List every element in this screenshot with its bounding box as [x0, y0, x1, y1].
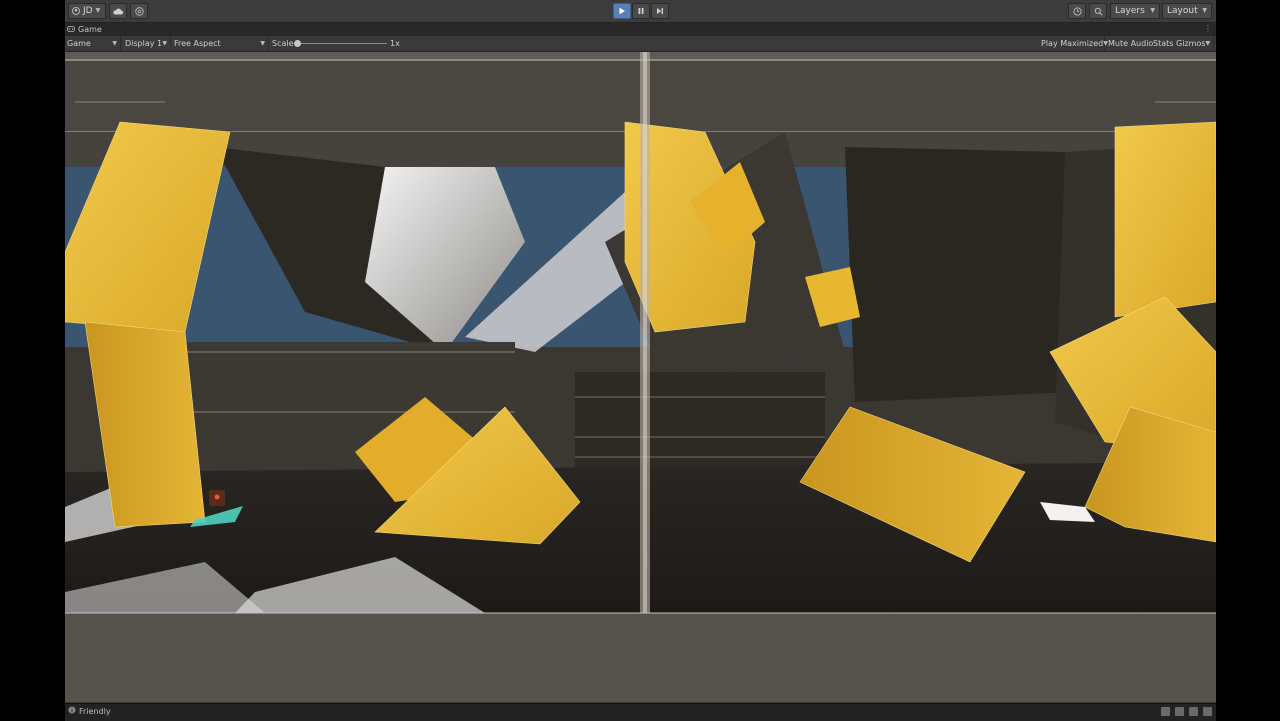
aspect-label: Free Aspect [174, 39, 221, 48]
stats-toggle[interactable]: Stats [1153, 36, 1173, 51]
layout-dropdown[interactable]: Layout ▼ [1162, 3, 1212, 19]
settings-icon[interactable] [1203, 707, 1212, 716]
right-letterbox [1216, 0, 1280, 720]
view-mode-dropdown[interactable]: Game ▼ [67, 36, 121, 51]
scale-value: 1x [390, 39, 400, 48]
menu-icon[interactable]: ⋮ [1204, 24, 1212, 34]
play-mode-dropdown[interactable]: Play Maximized ▼ [1041, 36, 1108, 51]
chevron-down-icon: ▼ [1205, 40, 1211, 47]
account-dropdown[interactable]: JD ▼ [68, 3, 106, 19]
layers-label: Layers [1115, 6, 1145, 16]
game-viewport[interactable] [65, 52, 1216, 702]
status-icons [1161, 707, 1212, 716]
cloud-icon [113, 8, 123, 15]
cloud-button[interactable] [109, 3, 127, 19]
status-message[interactable]: Friendly [68, 706, 111, 716]
mute-audio-toggle[interactable]: Mute Audio [1108, 36, 1153, 51]
chevron-down-icon: ▼ [95, 7, 101, 14]
step-button[interactable] [651, 3, 669, 19]
search-button[interactable] [1089, 3, 1107, 19]
scale-slider-handle[interactable] [294, 40, 301, 47]
debug-icon[interactable] [1161, 707, 1170, 716]
layout-label: Layout [1167, 6, 1198, 16]
play-button[interactable] [613, 3, 631, 19]
tab-game-label: Game [78, 25, 102, 34]
gold-block-right-top [1114, 121, 1216, 318]
scale-slider-track[interactable] [297, 43, 387, 44]
play-icon [618, 7, 626, 15]
collab-button[interactable] [130, 3, 148, 19]
gizmos-dropdown[interactable]: Gizmos ▼ [1176, 36, 1214, 51]
notification-icon[interactable] [1189, 707, 1198, 716]
pause-button[interactable] [632, 3, 650, 19]
collab-icon [134, 6, 144, 16]
display-label: Display 1 [125, 39, 163, 48]
account-icon [72, 7, 80, 15]
tab-game[interactable]: Game [67, 23, 102, 36]
display-dropdown[interactable]: Display 1 ▼ [125, 36, 171, 51]
layers-dropdown[interactable]: Layers ▼ [1110, 3, 1160, 19]
step-icon [656, 7, 664, 15]
game-scene [65, 52, 1216, 702]
chevron-down-icon: ▼ [1150, 7, 1155, 14]
chevron-down-icon: ▼ [162, 40, 167, 47]
view-mode-label: Game [67, 39, 91, 48]
game-tab-icon [67, 25, 75, 34]
undo-history-button[interactable] [1068, 3, 1086, 19]
status-bar: Friendly [65, 703, 1216, 721]
pause-icon [637, 7, 645, 15]
chevron-down-icon: ▼ [260, 40, 265, 47]
aspect-dropdown[interactable]: Free Aspect ▼ [174, 36, 269, 51]
account-label: JD [83, 6, 93, 16]
chevron-down-icon: ▼ [112, 40, 117, 47]
dark-wall-right [845, 147, 1075, 402]
progress-icon[interactable] [1175, 707, 1184, 716]
gizmos-label: Gizmos [1176, 39, 1206, 48]
status-message-text: Friendly [79, 706, 111, 716]
history-icon [1073, 7, 1082, 16]
left-letterbox [0, 0, 65, 720]
search-icon [1094, 7, 1103, 16]
bottom-band [65, 613, 1216, 702]
main-toolbar: JD ▼ Layers ▼ Layout ▼ [65, 0, 1216, 23]
unity-editor: JD ▼ Layers ▼ Layout ▼ Game ⋮ Game ▼ Dis… [65, 0, 1216, 721]
status-info-icon [68, 706, 76, 716]
center-counter [575, 372, 825, 482]
game-view-toolbar: Game ▼ Display 1 ▼ Free Aspect ▼ Scale 1… [65, 36, 1216, 52]
play-mode-label: Play Maximized [1041, 39, 1104, 48]
game-tab-bar: Game ⋮ [65, 23, 1216, 36]
chevron-down-icon: ▼ [1202, 7, 1207, 14]
